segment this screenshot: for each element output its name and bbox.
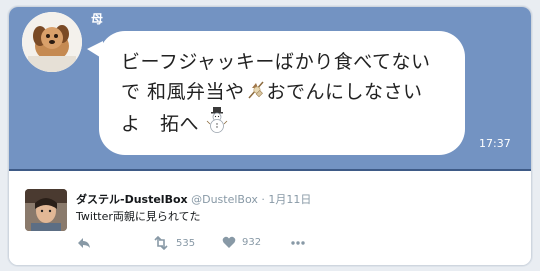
message-time: 17:37 (479, 137, 511, 150)
message-line-2: で 和風弁当や おでんにしなさい (121, 77, 461, 107)
sender-name: 母 (91, 12, 104, 26)
user-handle[interactable]: @DustelBox (191, 193, 258, 206)
sender-avatar[interactable] (22, 12, 82, 72)
message-line-3: よ 拓へ (121, 107, 461, 139)
message-line-1: ビーフジャッキーばかり食べてない (121, 51, 431, 73)
heart-icon (222, 236, 236, 248)
tweet-header: ダステル-DustelBox @DustelBox · 1月11日 (76, 191, 311, 207)
tweet-text: Twitter両親に見られてた (76, 210, 201, 223)
retweet-button[interactable]: 535 (152, 236, 195, 250)
snowman-icon (206, 107, 228, 133)
message-text: ビーフジャッキーばかり食べてない で 和風弁当や おでんにしなさい よ 拓へ (121, 47, 461, 139)
display-name[interactable]: ダステル-DustelBox (76, 193, 188, 206)
dog-photo-icon (22, 12, 82, 72)
message-line-3-text: よ 拓へ (121, 113, 200, 135)
more-button[interactable] (290, 240, 306, 246)
retweet-count: 535 (176, 237, 196, 249)
reply-icon (78, 238, 90, 248)
separator-dot: · (261, 193, 265, 206)
oden-icon (245, 79, 267, 101)
message-line-2-tail: おでんにしなさい (266, 81, 423, 103)
message-line-2-text: で 和風弁当や (121, 81, 245, 103)
like-button[interactable]: 932 (222, 236, 261, 249)
message-bubble[interactable]: ビーフジャッキーばかり食べてない で 和風弁当や おでんにしなさい よ 拓へ (99, 31, 465, 155)
profile-photo-icon (25, 189, 67, 231)
more-icon (291, 241, 305, 245)
line-chat-area: 母 ビーフジャッキーばかり食べてない で 和風弁当や おでんにしなさい よ 拓へ … (9, 7, 531, 169)
like-count: 932 (242, 237, 262, 248)
reply-button[interactable] (76, 236, 92, 250)
screenshot-card: 母 ビーフジャッキーばかり食べてない で 和風弁当や おでんにしなさい よ 拓へ … (8, 6, 532, 266)
retweet-icon (154, 236, 168, 250)
tweet-date[interactable]: 1月11日 (268, 193, 311, 206)
tweet-avatar[interactable] (25, 189, 67, 231)
tweet[interactable]: ダステル-DustelBox @DustelBox · 1月11日 Twitte… (9, 171, 531, 265)
